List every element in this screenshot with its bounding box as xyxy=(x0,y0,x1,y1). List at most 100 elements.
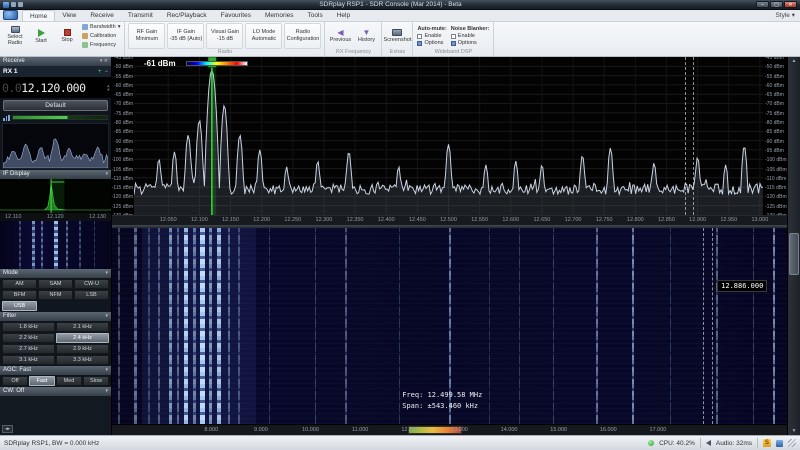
mode-button-usb[interactable]: USB xyxy=(2,301,37,311)
frequency-spinner[interactable]: ▲▼ xyxy=(107,84,109,92)
panel-collapse-icon[interactable]: ▾ xyxy=(105,269,108,278)
agc-button-slow[interactable]: Slow xyxy=(83,376,109,386)
if-display-header[interactable]: IF Display▾ xyxy=(0,170,111,179)
bandwidth-button[interactable]: Bandwidth▾ xyxy=(81,23,121,31)
filter-button-3-1-khz[interactable]: 3.1 kHz xyxy=(2,355,55,365)
sidebar-mini-spectrum[interactable] xyxy=(2,123,109,169)
stop-button[interactable]: Stop xyxy=(55,23,79,49)
waterfall[interactable]: 12.886.000 Freq: 12.499.58 MHz Span: ±54… xyxy=(112,228,787,424)
maximize-button[interactable]: ▢ xyxy=(770,1,783,8)
waterfall-signal-streak xyxy=(716,228,718,424)
ribbon-button-radio[interactable]: RadioConfiguration xyxy=(284,23,321,49)
panel-collapse-icon[interactable]: ▾ xyxy=(105,312,108,321)
receive-panel-title: Receive xyxy=(3,57,25,66)
rx-remove-icon[interactable]: − xyxy=(104,69,108,75)
close-button[interactable]: ✕ xyxy=(784,1,797,8)
agc-button-med[interactable]: Med xyxy=(56,376,82,386)
panel-collapse-icon[interactable]: ▾ xyxy=(105,170,108,179)
mode-button-lsb[interactable]: LSB xyxy=(74,290,109,300)
panel-collapse-icon[interactable]: ▾ xyxy=(105,366,108,375)
checkbox-icon[interactable] xyxy=(451,34,456,39)
quick-access-icon[interactable] xyxy=(11,2,16,7)
mode-panel-title: Mode xyxy=(3,269,18,278)
frequency-icon xyxy=(82,42,88,48)
tab-receive[interactable]: Receive xyxy=(83,10,120,21)
mode-button-bfm[interactable]: BFM xyxy=(2,290,37,300)
agc-button-off[interactable]: Off xyxy=(2,376,28,386)
ribbon-button-if-gain[interactable]: IF Gain-35 dB (Auto) xyxy=(167,23,204,49)
waterfall-signal-streak xyxy=(553,228,554,424)
band-scale[interactable]: 8.0009.00010.00011.00012.00013.00014.000… xyxy=(112,424,787,435)
tab-home[interactable]: Home xyxy=(22,10,55,21)
minimize-button[interactable]: – xyxy=(756,1,769,8)
tab-favourites[interactable]: Favourites xyxy=(214,10,258,21)
sidebar-mini-waterfall[interactable] xyxy=(0,221,111,269)
scroll-up-icon[interactable]: ▲ xyxy=(788,57,800,65)
panel-collapse-icon[interactable]: ▾ ✕ xyxy=(100,57,108,66)
filter-button-2-9-khz[interactable]: 2.9 kHz xyxy=(56,344,109,354)
mode-button-sam[interactable]: SAM xyxy=(38,279,73,289)
speaker-icon[interactable] xyxy=(706,440,711,446)
tab-help[interactable]: Help xyxy=(330,10,357,21)
panel-resize-button[interactable]: ◂▸ xyxy=(2,425,13,433)
gear-icon xyxy=(451,41,456,46)
db-label: -80 dBm xyxy=(765,120,784,126)
mode-panel-header[interactable]: Mode ▾ xyxy=(0,269,111,278)
filter-button-2-2-khz[interactable]: 2.2 kHz xyxy=(2,333,55,343)
if-display-plot[interactable] xyxy=(0,179,111,213)
filter-panel-header[interactable]: Filter▾ xyxy=(0,312,111,321)
noise-blanker-enable[interactable]: Enable xyxy=(451,33,490,39)
automute-options[interactable]: Options xyxy=(417,40,446,46)
window-title: SDRplay RSP1 - SDR Console (Mar 2014) - … xyxy=(25,1,756,8)
ribbon-button-rf-gain[interactable]: RF GainMinimum xyxy=(128,23,165,49)
receive-panel-header[interactable]: Receive ▾ ✕ xyxy=(0,57,111,66)
extras-group-label: Extras xyxy=(385,49,409,56)
filter-button-3-3-khz[interactable]: 3.3 kHz xyxy=(56,355,109,365)
history-button[interactable]: ▼History xyxy=(354,23,378,49)
panel-collapse-icon[interactable]: ▾ xyxy=(105,387,108,396)
mode-button-cw-u[interactable]: CW-U xyxy=(74,279,109,289)
frequency-display[interactable]: 0.012.120.000▲▼ xyxy=(0,77,111,98)
scrollbar-thumb[interactable] xyxy=(789,233,799,275)
filter-button-2-4-khz[interactable]: 2.4 kHz xyxy=(56,333,109,343)
filter-button-2-1-khz[interactable]: 2.1 kHz xyxy=(56,322,109,332)
rx-selector[interactable]: RX 1+− xyxy=(0,66,111,77)
start-button[interactable]: Start xyxy=(29,23,53,49)
agc-panel-header[interactable]: AGC: Fast▾ xyxy=(0,366,111,375)
network-icon[interactable] xyxy=(776,440,783,447)
mode-button-nfm[interactable]: NFM xyxy=(38,290,73,300)
freq-axis-label: 12.850 xyxy=(658,217,675,223)
checkbox-icon[interactable] xyxy=(417,34,422,39)
frequency-button[interactable]: Frequency xyxy=(81,41,121,49)
tab-transmit[interactable]: Transmit xyxy=(121,10,160,21)
ribbon-button-lo-mode[interactable]: LO ModeAutomatic xyxy=(245,23,282,49)
profile-dropdown[interactable]: Default xyxy=(3,100,108,111)
freq-axis-label: 12.250 xyxy=(284,217,301,223)
spectrum-plot[interactable]: -61 dBm xyxy=(134,57,763,215)
scroll-down-icon[interactable]: ▼ xyxy=(788,427,800,435)
quick-access-icon[interactable] xyxy=(18,2,23,7)
filter-button-1-8-khz[interactable]: 1.8 kHz xyxy=(2,322,55,332)
automute-enable[interactable]: Enable xyxy=(417,33,446,39)
noise-blanker-options[interactable]: Options xyxy=(451,40,490,46)
application-menu-button[interactable] xyxy=(3,10,18,20)
calibration-button[interactable]: Calibration xyxy=(81,32,121,40)
tab-memories[interactable]: Memories xyxy=(258,10,301,21)
ribbon-group-main: Select Radio Start Stop Bandwidth▾ Calib… xyxy=(0,22,125,56)
filter-button-2-7-khz[interactable]: 2.7 kHz xyxy=(2,344,55,354)
previous-button[interactable]: ◀Previous xyxy=(328,23,352,49)
tab-view[interactable]: View xyxy=(55,10,83,21)
mode-button-am[interactable]: AM xyxy=(2,279,37,289)
rx-add-icon[interactable]: + xyxy=(98,69,102,75)
vertical-scrollbar[interactable]: ▲ ▼ xyxy=(787,57,800,435)
cw-panel-header[interactable]: CW: Off▾ xyxy=(0,387,111,396)
agc-button-fast[interactable]: Fast xyxy=(29,376,55,386)
gear-icon xyxy=(417,41,422,46)
tab-rec-playback[interactable]: Rec/Playback xyxy=(160,10,214,21)
select-radio-button[interactable]: Select Radio xyxy=(3,23,27,49)
ribbon-button-visual-gain[interactable]: Visual Gain-15 dB xyxy=(206,23,243,49)
style-menu[interactable]: Style ▾ xyxy=(775,11,800,19)
frequency-value[interactable]: 12.120.000 xyxy=(21,81,85,95)
screenshot-button[interactable]: Screenshot xyxy=(385,23,409,49)
tab-tools[interactable]: Tools xyxy=(301,10,330,21)
